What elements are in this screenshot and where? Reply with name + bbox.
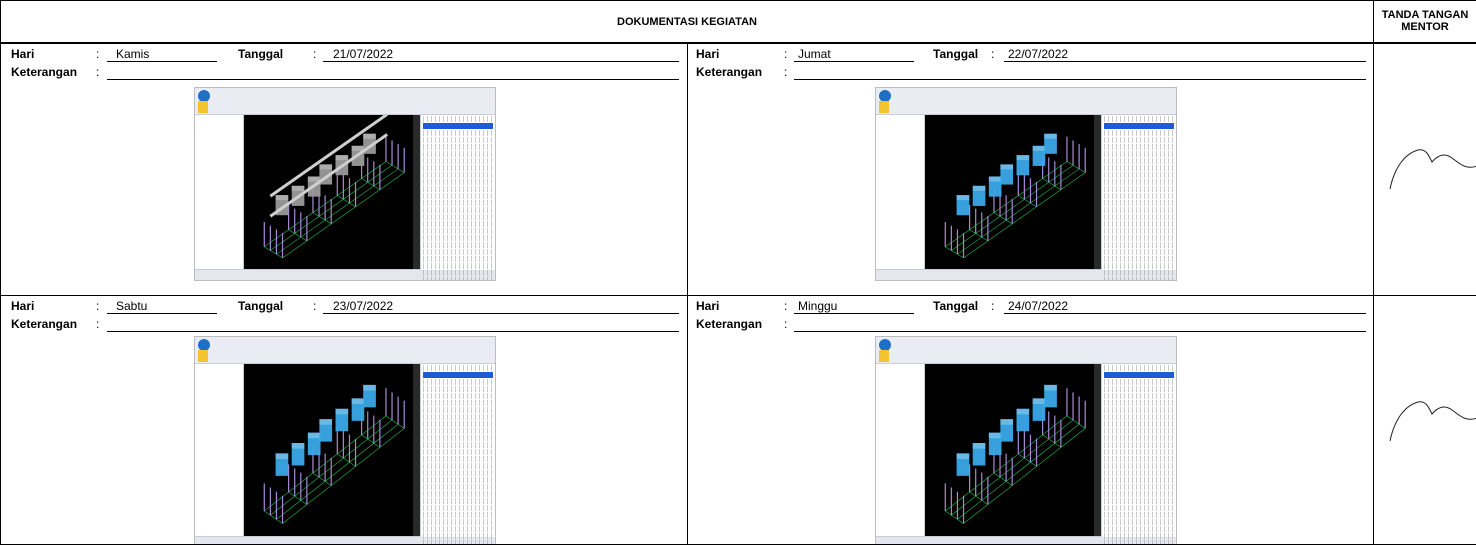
- colon: :: [96, 317, 100, 331]
- description-label: Keterangan: [696, 317, 763, 331]
- signature-column-header: TANDA TANGAN MENTOR: [1373, 0, 1476, 43]
- colon: :: [96, 299, 100, 313]
- day-row: Hari : Minggu Tanggal : 24/07/2022: [690, 299, 1370, 314]
- day-value: Sabtu: [116, 299, 148, 313]
- description-row: Keterangan :: [690, 317, 1370, 332]
- day-label: Hari: [696, 47, 720, 61]
- activity-documentation-sheet: DOKUMENTASI KEGIATAN TANDA TANGAN MENTOR…: [0, 0, 1476, 545]
- signature-header-line1: TANDA TANGAN: [1381, 9, 1469, 21]
- day-label: Hari: [11, 299, 35, 313]
- colon: :: [96, 47, 100, 61]
- software-screenshot-image: [194, 336, 496, 544]
- date-label: Tanggal: [238, 299, 284, 313]
- sheet-title: DOKUMENTASI KEGIATAN: [0, 0, 1374, 43]
- colon: :: [96, 65, 100, 79]
- date-value: 22/07/2022: [1008, 47, 1069, 61]
- entry-cell: Hari : Minggu Tanggal : 24/07/2022 Keter…: [687, 295, 1374, 545]
- software-screenshot-image: [875, 87, 1177, 281]
- description-label: Keterangan: [696, 65, 763, 79]
- entry-cell: Hari : Kamis Tanggal : 21/07/2022 Ketera…: [0, 43, 688, 296]
- mentor-signature-cell: [1373, 43, 1476, 296]
- day-value: Minggu: [798, 299, 838, 313]
- software-screenshot-image: [194, 87, 496, 281]
- mentor-signature-cell: [1373, 295, 1476, 545]
- colon: :: [313, 47, 317, 61]
- description-underline: [107, 317, 679, 332]
- mentor-signature: [1389, 401, 1476, 442]
- entry-cell: Hari : Jumat Tanggal : 22/07/2022 Ketera…: [687, 43, 1374, 296]
- day-value: Kamis: [116, 47, 150, 61]
- date-label: Tanggal: [933, 299, 979, 313]
- colon: :: [784, 65, 788, 79]
- day-row: Hari : Kamis Tanggal : 21/07/2022: [3, 47, 683, 62]
- colon: :: [991, 47, 995, 61]
- date-value: 21/07/2022: [333, 47, 394, 61]
- day-label: Hari: [696, 299, 720, 313]
- description-row: Keterangan :: [3, 317, 683, 332]
- date-label: Tanggal: [238, 47, 284, 61]
- day-label: Hari: [11, 47, 35, 61]
- mentor-signature: [1389, 149, 1476, 190]
- colon: :: [784, 299, 788, 313]
- description-row: Keterangan :: [3, 65, 683, 80]
- day-row: Hari : Sabtu Tanggal : 23/07/2022: [3, 299, 683, 314]
- software-screenshot-image: [875, 336, 1177, 544]
- entry-cell: Hari : Sabtu Tanggal : 23/07/2022 Ketera…: [0, 295, 688, 545]
- description-underline: [794, 317, 1366, 332]
- signature-header-line2: MENTOR: [1401, 21, 1449, 33]
- description-row: Keterangan :: [690, 65, 1370, 80]
- date-value: 24/07/2022: [1008, 299, 1069, 313]
- date-value: 23/07/2022: [333, 299, 394, 313]
- colon: :: [784, 317, 788, 331]
- colon: :: [313, 299, 317, 313]
- colon: :: [784, 47, 788, 61]
- day-value: Jumat: [798, 47, 831, 61]
- description-underline: [794, 65, 1366, 80]
- description-label: Keterangan: [11, 317, 78, 331]
- date-label: Tanggal: [933, 47, 979, 61]
- day-row: Hari : Jumat Tanggal : 22/07/2022: [690, 47, 1370, 62]
- colon: :: [991, 299, 995, 313]
- description-underline: [107, 65, 679, 80]
- description-label: Keterangan: [11, 65, 78, 79]
